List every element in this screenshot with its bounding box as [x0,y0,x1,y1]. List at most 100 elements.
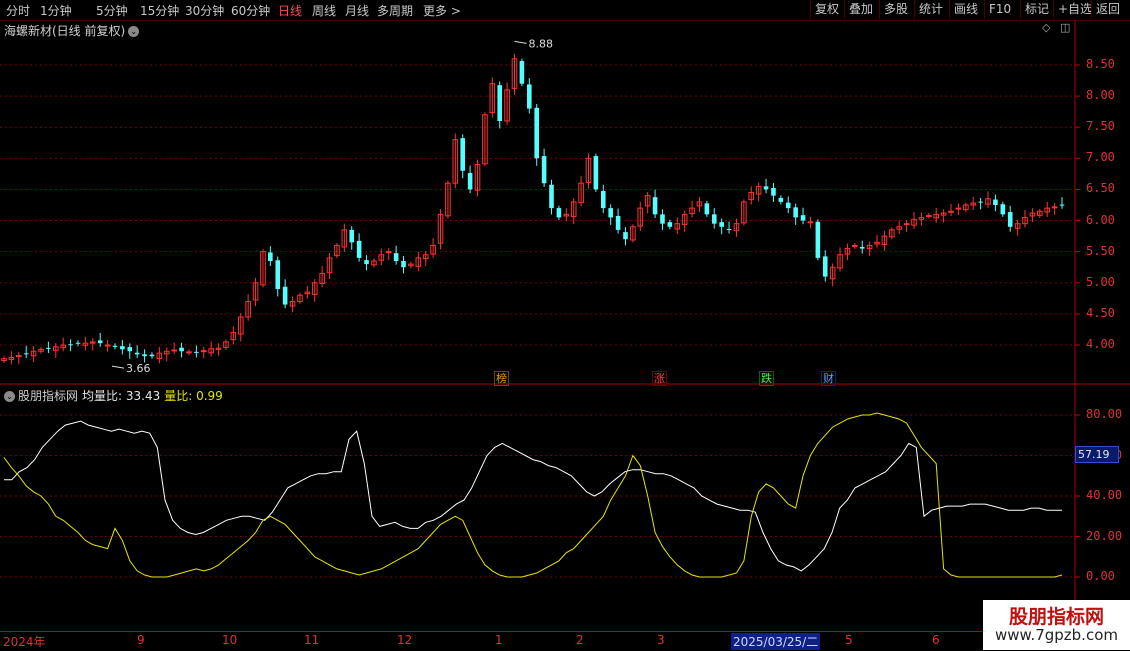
candle-up [955,207,962,210]
candle-down [615,215,621,230]
period-tab[interactable]: 1分钟 [40,2,72,19]
candle-down [97,340,103,344]
event-rise-badge[interactable]: 涨 [652,371,667,386]
period-tab[interactable]: 周线 [312,2,336,19]
candle-down [393,253,399,261]
stock-name-label: 海螺新材(日线 前复权) [4,24,126,38]
candle-down [1000,204,1006,215]
period-tab[interactable]: 分时 [6,2,30,19]
back-button[interactable]: 返回 [1091,0,1124,19]
stock-title[interactable]: 海螺新材(日线 前复权) ⌄ [4,22,140,39]
price-tick-label: 4.00 [1086,337,1115,351]
candle-down [711,214,717,224]
candle-down [726,229,732,231]
period-tab[interactable]: 5分钟 [96,2,128,19]
candle-down [771,187,776,196]
candle-up [104,344,111,347]
candle-down [763,186,769,190]
candle-down [623,232,628,240]
candle-down [1059,204,1065,206]
candle-down [356,240,362,258]
candle-down [349,229,355,243]
x-tick-label: 6 [932,633,940,647]
period-tab-active[interactable]: 日线 [278,2,302,19]
candle-down [600,190,606,209]
fuquan-button[interactable]: 复权 [810,0,843,19]
indicator-tick-label: 20.00 [1086,528,1123,543]
candle-down [815,221,821,258]
candle-down [519,61,525,84]
mark-button[interactable]: 标记 [1020,0,1053,19]
event-rank-badge[interactable]: 榜 [494,371,509,386]
candle-down [460,138,466,171]
x-tick-label: 12 [397,633,413,647]
price-tick-label: 7.00 [1086,150,1115,165]
chevron-down-icon[interactable]: ⌄ [4,391,15,402]
candle-down [275,260,281,289]
f10-button[interactable]: F10 [984,0,1015,19]
candle-up [807,221,814,224]
date-axis: 2024年 9 10 11 12 1 2 3 2025/03/25/二 5 6 [0,631,1076,651]
kline-chart[interactable]: 8.88 3.66 [0,20,1130,631]
diamond-icon[interactable]: ◇ [1042,22,1052,33]
x-tick-label: 1 [495,633,503,647]
event-fall-badge[interactable]: 跌 [759,371,774,386]
candle-up [385,251,392,254]
period-tab[interactable]: 15分钟 [140,2,179,19]
indicator-tick-label: 40.00 [1086,488,1123,502]
overlay-button[interactable]: 叠加 [844,0,877,19]
indicator-label-volume-ratio: 量比: 0.99 [164,389,223,403]
candle-down [268,252,273,261]
price-tick-label: 6.50 [1086,181,1115,196]
candle-down [149,354,155,357]
candle-down [778,197,784,202]
stats-button[interactable]: 统计 [914,0,947,19]
indicator-title[interactable]: ⌄ 股朋指标网 均量比: 33.43 量比: 0.99 [4,387,223,404]
candle-down [993,199,998,205]
candle-down [593,156,599,190]
candle-down [859,246,865,249]
watermark-url: www.7gpzb.com [995,626,1118,644]
candle-down [534,107,539,159]
watermark-title: 股朋指标网 [1008,606,1104,628]
event-finance-badge[interactable]: 财 [821,371,836,386]
candle-down [497,85,502,121]
candle-down [112,345,118,347]
indicator-tick-label: 0.00 [1086,569,1115,583]
period-tab[interactable]: 月线 [345,2,369,19]
x-tick-label: 11 [304,633,320,647]
price-tick-label: 8.50 [1086,57,1115,71]
period-tab[interactable]: 30分钟 [185,2,224,19]
candle-down [667,222,673,227]
price-tick-label: 4.50 [1086,305,1115,320]
candle-down [556,208,562,218]
period-tab[interactable]: 60分钟 [231,2,270,19]
add-watchlist-button[interactable]: +自选 [1053,0,1096,19]
indicator-label-avg-volume-ratio: 均量比: 33.43 [82,389,161,403]
price-tick-label: 8.00 [1086,88,1115,103]
multi-stock-button[interactable]: 多股 [879,0,912,19]
period-toolbar: 分时 1分钟 5分钟 15分钟 30分钟 60分钟 日线 周线 月线 多周期 更… [0,0,1130,21]
candle-down [282,286,288,305]
candle-down [822,256,828,277]
candle-down [68,344,73,346]
draw-button[interactable]: 画线 [949,0,982,19]
candle-down [127,347,133,352]
candle-up [200,350,207,353]
high-price-label: 8.88 [529,37,554,50]
candle-up [171,349,177,352]
candle-down [527,84,532,109]
candle-down [142,354,147,357]
more-periods-button[interactable]: 更多 > [423,2,461,19]
x-tick-label: 2 [576,633,584,647]
low-pointer [111,365,125,369]
x-tick-label: 5 [845,633,853,647]
period-tab[interactable]: 多周期 [377,2,413,19]
candle-up [926,215,932,218]
split-view-icon[interactable]: ◫ [1060,22,1070,33]
candle-down [467,173,473,190]
indicator-tick-label: 80.00 [1086,407,1123,421]
candle-down [800,215,806,221]
indicator-line-1 [3,412,1063,578]
chevron-down-icon[interactable]: ⌄ [128,26,140,37]
